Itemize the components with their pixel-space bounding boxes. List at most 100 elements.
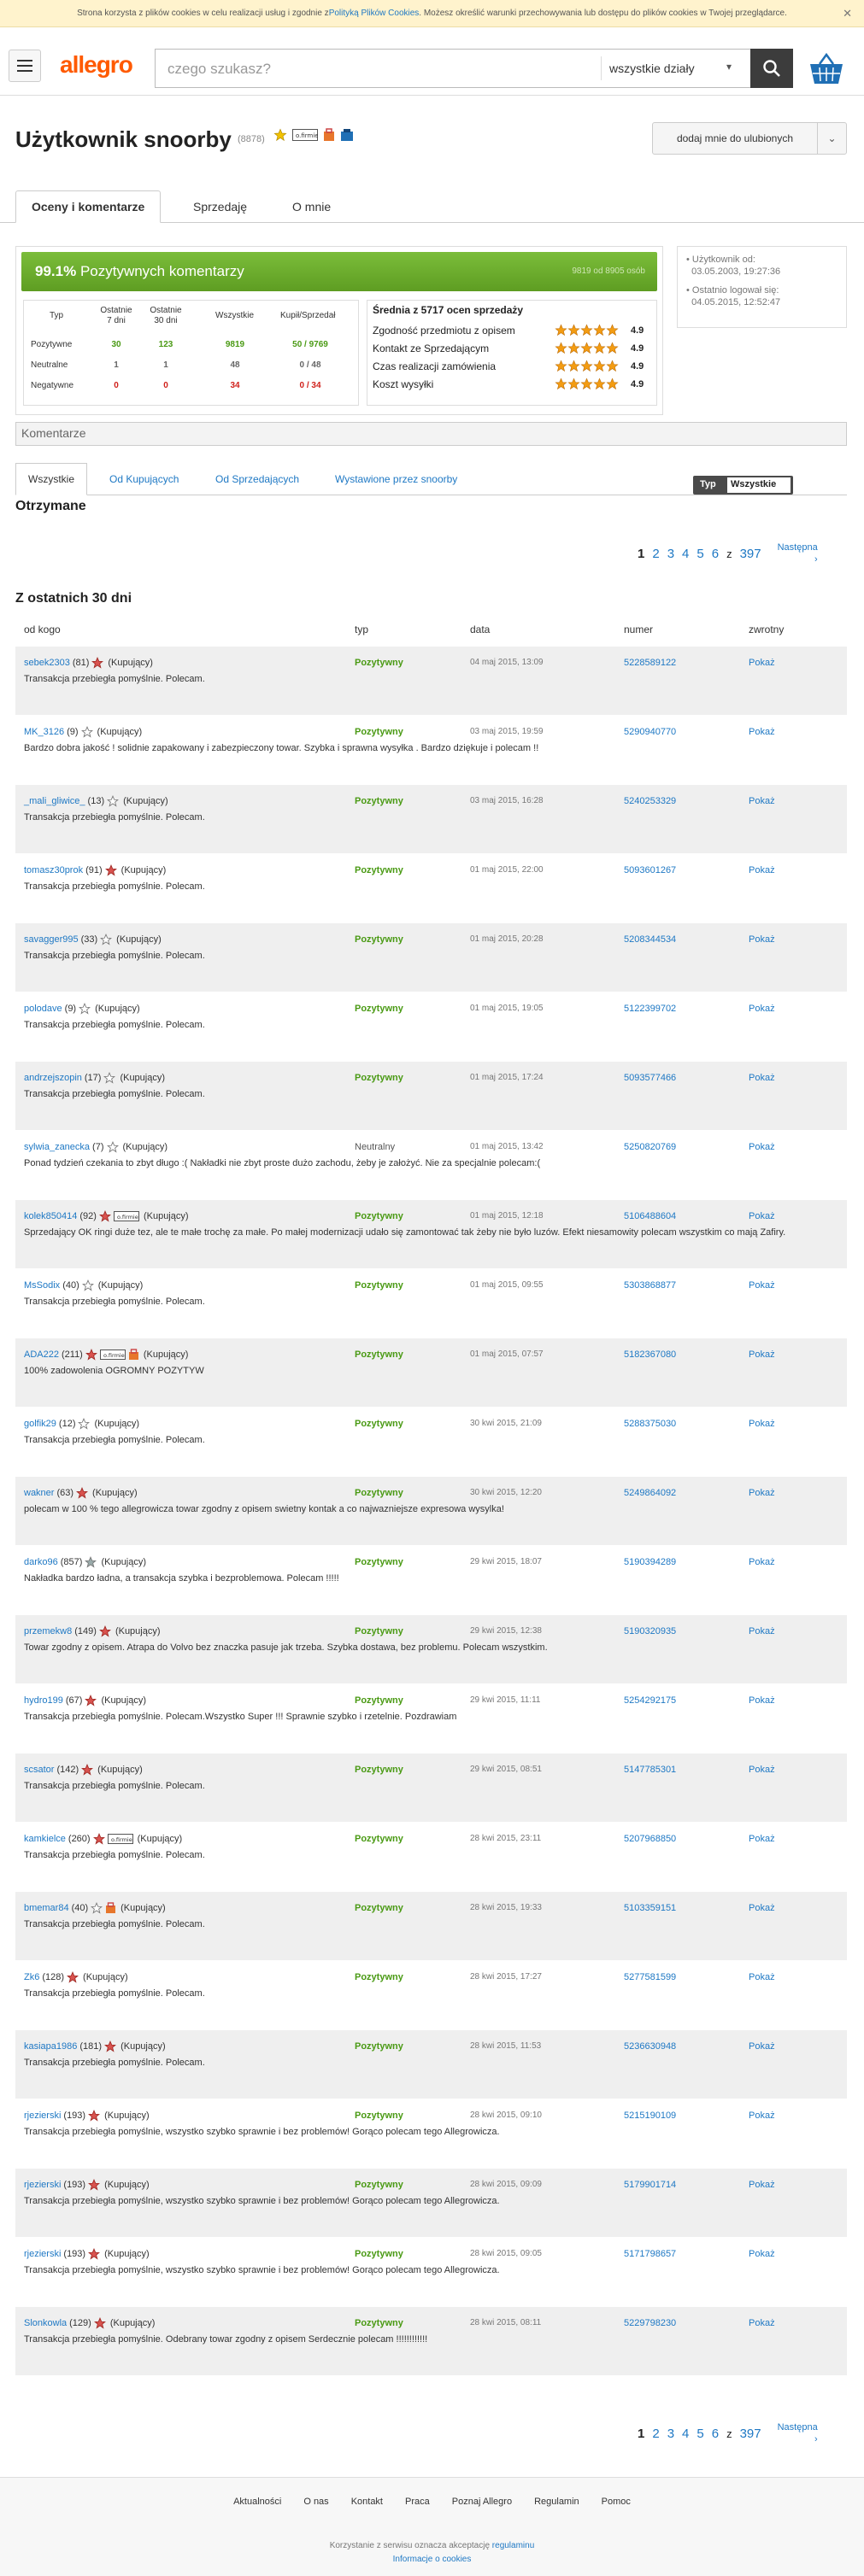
auction-number-link[interactable]: 5122399702 — [624, 1004, 676, 1014]
page-link[interactable]: 5 — [696, 547, 703, 561]
user-link[interactable]: sylwia_zanecka — [24, 1142, 90, 1152]
show-reply-link[interactable]: Pokaż — [749, 1004, 775, 1014]
show-reply-link[interactable]: Pokaż — [749, 1695, 775, 1706]
user-link[interactable]: kasiapa1986 — [24, 2041, 77, 2052]
show-reply-link[interactable]: Pokaż — [749, 934, 775, 945]
auction-number-link[interactable]: 5190394289 — [624, 1557, 676, 1567]
menu-button[interactable] — [9, 50, 41, 82]
footer-link[interactable]: Poznaj Allegro — [452, 2497, 512, 2507]
show-reply-link[interactable]: Pokaż — [749, 1834, 775, 1844]
search-input[interactable]: czego szukasz? — [168, 61, 271, 78]
auction-number-link[interactable]: 5208344534 — [624, 934, 676, 945]
page-last[interactable]: 397 — [740, 2427, 761, 2441]
tab-about[interactable]: O mnie — [277, 190, 346, 223]
user-link[interactable]: MsSodix — [24, 1280, 60, 1291]
user-link[interactable]: rjezierski — [24, 2249, 61, 2259]
user-link[interactable]: kamkielce — [24, 1834, 66, 1844]
close-icon[interactable]: ✕ — [843, 7, 852, 20]
auction-number-link[interactable]: 5093577466 — [624, 1073, 676, 1083]
show-reply-link[interactable]: Pokaż — [749, 1488, 775, 1498]
category-select[interactable]: wszystkie działy — [609, 61, 695, 75]
user-link[interactable]: kolek850414 — [24, 1211, 77, 1221]
search-button[interactable] — [750, 49, 793, 88]
auction-number-link[interactable]: 5303868877 — [624, 1280, 676, 1291]
show-reply-link[interactable]: Pokaż — [749, 1765, 775, 1775]
user-link[interactable]: ADA222 — [24, 1349, 59, 1360]
page-link[interactable]: 6 — [712, 2427, 719, 2441]
auction-number-link[interactable]: 5103359151 — [624, 1903, 676, 1913]
user-link[interactable]: hydro199 — [24, 1695, 63, 1706]
show-reply-link[interactable]: Pokaż — [749, 2111, 775, 2121]
footer-link[interactable]: O nas — [303, 2497, 328, 2507]
page-last[interactable]: 397 — [740, 547, 761, 561]
tab-selling[interactable]: Sprzedaję — [178, 190, 262, 223]
show-reply-link[interactable]: Pokaż — [749, 1419, 775, 1429]
filter-buyers[interactable]: Od Kupujących — [109, 473, 179, 485]
user-link[interactable]: rjezierski — [24, 2111, 61, 2121]
show-reply-link[interactable]: Pokaż — [749, 1557, 775, 1567]
show-reply-link[interactable]: Pokaż — [749, 1903, 775, 1913]
auction-number-link[interactable]: 5249864092 — [624, 1488, 676, 1498]
show-reply-link[interactable]: Pokaż — [749, 1211, 775, 1221]
auction-number-link[interactable]: 5288375030 — [624, 1419, 676, 1429]
footer-link[interactable]: Pomoc — [602, 2497, 631, 2507]
show-reply-link[interactable]: Pokaż — [749, 1142, 775, 1152]
auction-number-link[interactable]: 5228589122 — [624, 658, 676, 668]
footer-link[interactable]: Kontakt — [351, 2497, 383, 2507]
show-reply-link[interactable]: Pokaż — [749, 2249, 775, 2259]
user-link[interactable]: polodave — [24, 1004, 62, 1014]
page-link[interactable]: 3 — [667, 2427, 674, 2441]
user-link[interactable]: rjezierski — [24, 2180, 61, 2190]
page-link[interactable]: 4 — [682, 547, 689, 561]
show-reply-link[interactable]: Pokaż — [749, 2180, 775, 2190]
page-link[interactable]: 1 — [638, 547, 644, 561]
auction-number-link[interactable]: 5277581599 — [624, 1972, 676, 1982]
auction-number-link[interactable]: 5190320935 — [624, 1626, 676, 1636]
show-reply-link[interactable]: Pokaż — [749, 1972, 775, 1982]
type-select[interactable]: Wszystkie — [727, 477, 791, 493]
page-link[interactable]: 1 — [638, 2427, 644, 2441]
terms-link[interactable]: regulaminu — [492, 2541, 534, 2550]
user-link[interactable]: golfik29 — [24, 1419, 56, 1429]
user-link[interactable]: Slonkowla — [24, 2318, 67, 2328]
user-link[interactable]: wakner — [24, 1488, 54, 1498]
basket-icon[interactable] — [808, 52, 845, 89]
show-reply-link[interactable]: Pokaż — [749, 2041, 775, 2052]
auction-number-link[interactable]: 5147785301 — [624, 1765, 676, 1775]
user-link[interactable]: sebek2303 — [24, 658, 70, 668]
show-reply-link[interactable]: Pokaż — [749, 658, 775, 668]
show-reply-link[interactable]: Pokaż — [749, 2318, 775, 2328]
user-link[interactable]: scsator — [24, 1765, 54, 1775]
page-link[interactable]: 4 — [682, 2427, 689, 2441]
page-link[interactable]: 2 — [652, 547, 659, 561]
user-link[interactable]: bmemar84 — [24, 1903, 69, 1913]
footer-link[interactable]: Regulamin — [534, 2497, 579, 2507]
show-reply-link[interactable]: Pokaż — [749, 796, 775, 806]
auction-number-link[interactable]: 5254292175 — [624, 1695, 676, 1706]
filter-sellers[interactable]: Od Sprzedających — [215, 473, 299, 485]
show-reply-link[interactable]: Pokaż — [749, 727, 775, 737]
user-link[interactable]: _mali_gliwice_ — [24, 796, 85, 806]
auction-number-link[interactable]: 5171798657 — [624, 2249, 676, 2259]
allegro-logo[interactable]: allegro — [60, 51, 133, 79]
auction-number-link[interactable]: 5215190109 — [624, 2111, 676, 2121]
cookie-policy-link[interactable]: Polityką Plików Cookies — [329, 9, 420, 18]
auction-number-link[interactable]: 5290940770 — [624, 727, 676, 737]
user-link[interactable]: savagger995 — [24, 934, 79, 945]
auction-number-link[interactable]: 5093601267 — [624, 865, 676, 875]
user-link[interactable]: andrzejszopin — [24, 1073, 82, 1083]
show-reply-link[interactable]: Pokaż — [749, 1626, 775, 1636]
chevron-down-icon[interactable]: ⌄ — [817, 123, 846, 154]
user-link[interactable]: darko96 — [24, 1557, 58, 1567]
page-link[interactable]: 6 — [712, 547, 719, 561]
cookies-info-link[interactable]: Informacje o cookies — [393, 2555, 472, 2564]
add-favorite-button[interactable]: dodaj mnie do ulubionych ⌄ — [652, 122, 847, 155]
page-link[interactable]: 3 — [667, 547, 674, 561]
auction-number-link[interactable]: 5207968850 — [624, 1834, 676, 1844]
show-reply-link[interactable]: Pokaż — [749, 1349, 775, 1360]
chevron-down-icon[interactable]: ▾ — [726, 61, 732, 73]
user-link[interactable]: Zk6 — [24, 1972, 39, 1982]
auction-number-link[interactable]: 5240253329 — [624, 796, 676, 806]
filter-all[interactable]: Wszystkie — [15, 463, 87, 495]
show-reply-link[interactable]: Pokaż — [749, 1073, 775, 1083]
